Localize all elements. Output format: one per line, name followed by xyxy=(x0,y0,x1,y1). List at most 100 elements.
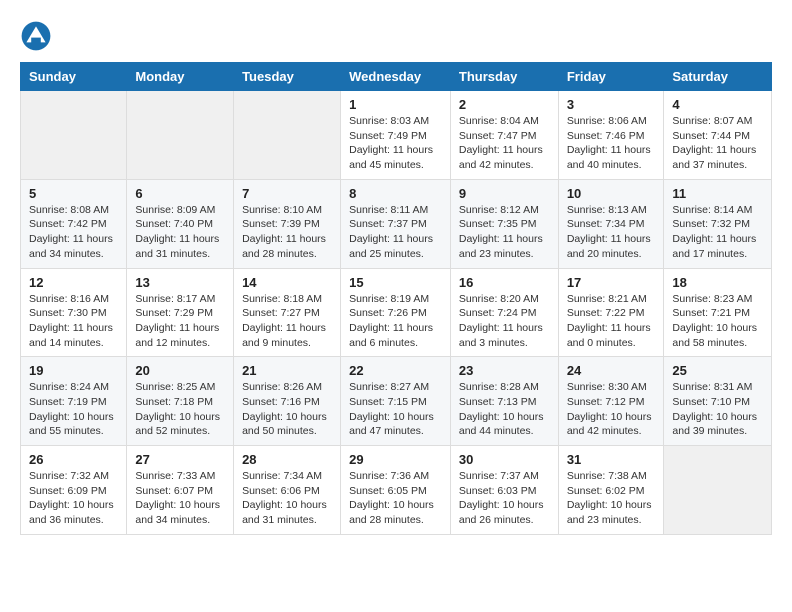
day-info: Sunrise: 8:31 AM Sunset: 7:10 PM Dayligh… xyxy=(672,380,763,439)
day-info: Sunrise: 8:30 AM Sunset: 7:12 PM Dayligh… xyxy=(567,380,656,439)
day-info: Sunrise: 8:21 AM Sunset: 7:22 PM Dayligh… xyxy=(567,292,656,351)
day-number: 14 xyxy=(242,275,332,290)
day-number: 1 xyxy=(349,97,442,112)
calendar-cell: 1Sunrise: 8:03 AM Sunset: 7:49 PM Daylig… xyxy=(341,91,451,180)
day-number: 25 xyxy=(672,363,763,378)
day-number: 24 xyxy=(567,363,656,378)
day-info: Sunrise: 7:32 AM Sunset: 6:09 PM Dayligh… xyxy=(29,469,118,528)
day-info: Sunrise: 7:36 AM Sunset: 6:05 PM Dayligh… xyxy=(349,469,442,528)
calendar-week-row: 19 Sunrise: 8:24 AM Sunset: 7:19 PM Dayli… xyxy=(21,357,772,446)
day-number: 27 xyxy=(135,452,225,467)
calendar-cell: 8 Sunrise: 8:11 AM Sunset: 7:37 PM Daylig… xyxy=(341,179,451,268)
day-info: Sunrise: 8:23 AM Sunset: 7:21 PM Dayligh… xyxy=(672,292,763,351)
day-info: Sunrise: 8:27 AM Sunset: 7:15 PM Dayligh… xyxy=(349,380,442,439)
day-info: Sunrise: 7:38 AM Sunset: 6:02 PM Dayligh… xyxy=(567,469,656,528)
calendar-week-row: 5 Sunrise: 8:08 AM Sunset: 7:42 PM Daylig… xyxy=(21,179,772,268)
calendar-week-row: 12Sunrise: 8:16 AM Sunset: 7:30 PM Dayli… xyxy=(21,268,772,357)
day-number: 8 xyxy=(349,186,442,201)
calendar-cell: 15 Sunrise: 8:19 AM Sunset: 7:26 PM Dayli… xyxy=(341,268,451,357)
calendar-cell: 18 Sunrise: 8:23 AM Sunset: 7:21 PM Dayli… xyxy=(664,268,772,357)
day-number: 16 xyxy=(459,275,550,290)
calendar-cell: 21Sunrise: 8:26 AM Sunset: 7:16 PM Dayli… xyxy=(234,357,341,446)
day-info: Sunrise: 8:04 AM Sunset: 7:47 PM Dayligh… xyxy=(459,114,550,173)
calendar-cell xyxy=(21,91,127,180)
day-info: Sunrise: 8:08 AM Sunset: 7:42 PM Dayligh… xyxy=(29,203,118,262)
calendar-cell xyxy=(664,446,772,535)
calendar-cell: 27 Sunrise: 7:33 AM Sunset: 6:07 PM Dayli… xyxy=(127,446,234,535)
day-info: Sunrise: 8:28 AM Sunset: 7:13 PM Dayligh… xyxy=(459,380,550,439)
day-number: 23 xyxy=(459,363,550,378)
calendar-cell: 16 Sunrise: 8:20 AM Sunset: 7:24 PM Dayli… xyxy=(450,268,558,357)
day-number: 4 xyxy=(672,97,763,112)
page-header xyxy=(20,20,772,52)
day-number: 19 xyxy=(29,363,118,378)
day-info: Sunrise: 8:07 AM Sunset: 7:44 PM Dayligh… xyxy=(672,114,763,173)
day-info: Sunrise: 8:20 AM Sunset: 7:24 PM Dayligh… xyxy=(459,292,550,351)
day-info: Sunrise: 8:25 AM Sunset: 7:18 PM Dayligh… xyxy=(135,380,225,439)
day-number: 29 xyxy=(349,452,442,467)
calendar-cell: 23 Sunrise: 8:28 AM Sunset: 7:13 PM Dayli… xyxy=(450,357,558,446)
calendar-cell: 12Sunrise: 8:16 AM Sunset: 7:30 PM Dayli… xyxy=(21,268,127,357)
day-of-week-header: Sunday xyxy=(21,63,127,91)
calendar-cell: 5 Sunrise: 8:08 AM Sunset: 7:42 PM Daylig… xyxy=(21,179,127,268)
day-of-week-header: Monday xyxy=(127,63,234,91)
calendar-cell: 17 Sunrise: 8:21 AM Sunset: 7:22 PM Dayli… xyxy=(558,268,664,357)
day-number: 2 xyxy=(459,97,550,112)
calendar-cell: 7Sunrise: 8:10 AM Sunset: 7:39 PM Daylig… xyxy=(234,179,341,268)
day-info: Sunrise: 8:10 AM Sunset: 7:39 PM Dayligh… xyxy=(242,203,332,262)
day-number: 31 xyxy=(567,452,656,467)
calendar-cell: 24 Sunrise: 8:30 AM Sunset: 7:12 PM Dayli… xyxy=(558,357,664,446)
calendar-cell: 13 Sunrise: 8:17 AM Sunset: 7:29 PM Dayli… xyxy=(127,268,234,357)
calendar-cell: 10Sunrise: 8:13 AM Sunset: 7:34 PM Dayli… xyxy=(558,179,664,268)
calendar-cell xyxy=(127,91,234,180)
day-number: 17 xyxy=(567,275,656,290)
logo xyxy=(20,20,56,52)
calendar-cell xyxy=(234,91,341,180)
calendar-cell: 29 Sunrise: 7:36 AM Sunset: 6:05 PM Dayli… xyxy=(341,446,451,535)
day-info: Sunrise: 8:11 AM Sunset: 7:37 PM Dayligh… xyxy=(349,203,442,262)
calendar-cell: 14 Sunrise: 8:18 AM Sunset: 7:27 PM Dayli… xyxy=(234,268,341,357)
day-info: Sunrise: 8:16 AM Sunset: 7:30 PM Dayligh… xyxy=(29,292,118,351)
day-info: Sunrise: 8:09 AM Sunset: 7:40 PM Dayligh… xyxy=(135,203,225,262)
day-info: Sunrise: 8:17 AM Sunset: 7:29 PM Dayligh… xyxy=(135,292,225,351)
calendar-cell: 26 Sunrise: 7:32 AM Sunset: 6:09 PM Dayli… xyxy=(21,446,127,535)
day-info: Sunrise: 7:33 AM Sunset: 6:07 PM Dayligh… xyxy=(135,469,225,528)
day-info: Sunrise: 8:24 AM Sunset: 7:19 PM Dayligh… xyxy=(29,380,118,439)
day-info: Sunrise: 7:34 AM Sunset: 6:06 PM Dayligh… xyxy=(242,469,332,528)
day-info: Sunrise: 8:18 AM Sunset: 7:27 PM Dayligh… xyxy=(242,292,332,351)
calendar-cell: 25 Sunrise: 8:31 AM Sunset: 7:10 PM Dayli… xyxy=(664,357,772,446)
day-info: Sunrise: 8:06 AM Sunset: 7:46 PM Dayligh… xyxy=(567,114,656,173)
calendar-week-row: 1Sunrise: 8:03 AM Sunset: 7:49 PM Daylig… xyxy=(21,91,772,180)
day-number: 15 xyxy=(349,275,442,290)
calendar-cell: 28Sunrise: 7:34 AM Sunset: 6:06 PM Dayli… xyxy=(234,446,341,535)
day-number: 6 xyxy=(135,186,225,201)
day-number: 26 xyxy=(29,452,118,467)
day-number: 5 xyxy=(29,186,118,201)
day-info: Sunrise: 8:19 AM Sunset: 7:26 PM Dayligh… xyxy=(349,292,442,351)
calendar-header-row: SundayMondayTuesdayWednesdayThursdayFrid… xyxy=(21,63,772,91)
day-of-week-header: Wednesday xyxy=(341,63,451,91)
day-of-week-header: Tuesday xyxy=(234,63,341,91)
day-number: 22 xyxy=(349,363,442,378)
day-of-week-header: Friday xyxy=(558,63,664,91)
day-number: 18 xyxy=(672,275,763,290)
calendar-cell: 2 Sunrise: 8:04 AM Sunset: 7:47 PM Daylig… xyxy=(450,91,558,180)
calendar-cell: 9 Sunrise: 8:12 AM Sunset: 7:35 PM Daylig… xyxy=(450,179,558,268)
day-info: Sunrise: 8:14 AM Sunset: 7:32 PM Dayligh… xyxy=(672,203,763,262)
calendar-cell: 20 Sunrise: 8:25 AM Sunset: 7:18 PM Dayli… xyxy=(127,357,234,446)
day-number: 9 xyxy=(459,186,550,201)
day-number: 11 xyxy=(672,186,763,201)
day-info: Sunrise: 7:37 AM Sunset: 6:03 PM Dayligh… xyxy=(459,469,550,528)
logo-icon xyxy=(20,20,52,52)
day-number: 13 xyxy=(135,275,225,290)
day-info: Sunrise: 8:12 AM Sunset: 7:35 PM Dayligh… xyxy=(459,203,550,262)
calendar-cell: 30Sunrise: 7:37 AM Sunset: 6:03 PM Dayli… xyxy=(450,446,558,535)
calendar-cell: 11 Sunrise: 8:14 AM Sunset: 7:32 PM Dayli… xyxy=(664,179,772,268)
calendar-cell: 4 Sunrise: 8:07 AM Sunset: 7:44 PM Daylig… xyxy=(664,91,772,180)
calendar-table: SundayMondayTuesdayWednesdayThursdayFrid… xyxy=(20,62,772,535)
calendar-cell: 31 Sunrise: 7:38 AM Sunset: 6:02 PM Dayli… xyxy=(558,446,664,535)
day-number: 21 xyxy=(242,363,332,378)
day-number: 3 xyxy=(567,97,656,112)
day-number: 20 xyxy=(135,363,225,378)
calendar-week-row: 26 Sunrise: 7:32 AM Sunset: 6:09 PM Dayli… xyxy=(21,446,772,535)
